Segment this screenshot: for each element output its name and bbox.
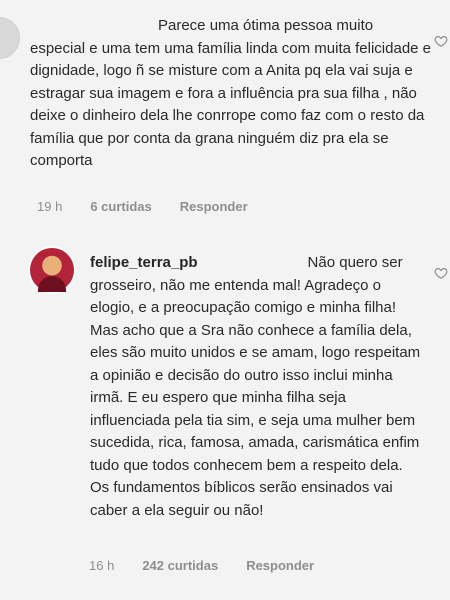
heart-icon[interactable] bbox=[434, 34, 448, 48]
comment-meta: 19 h 6 curtidas Responder bbox=[37, 199, 248, 214]
comment-body: Não quero ser grosseiro, não me entenda … bbox=[90, 254, 421, 519]
comment-text: felipe_terra_pb Não quero ser grosseiro, … bbox=[90, 252, 422, 522]
comment-meta: 16 h 242 curtidas Responder bbox=[89, 558, 314, 573]
reply-button[interactable]: Responder bbox=[180, 199, 248, 214]
heart-icon[interactable] bbox=[434, 266, 448, 280]
like-count[interactable]: 242 curtidas bbox=[142, 558, 218, 573]
like-count[interactable]: 6 curtidas bbox=[90, 199, 151, 214]
comment-time: 19 h bbox=[37, 199, 63, 214]
avatar[interactable] bbox=[30, 248, 74, 292]
comment-text: Parece uma ótima pessoa muito especial e… bbox=[30, 17, 432, 169]
avatar[interactable] bbox=[0, 17, 20, 59]
username-link[interactable]: felipe_terra_pb bbox=[90, 254, 198, 271]
comment-time: 16 h bbox=[89, 558, 115, 573]
reply-button[interactable]: Responder bbox=[246, 558, 314, 573]
